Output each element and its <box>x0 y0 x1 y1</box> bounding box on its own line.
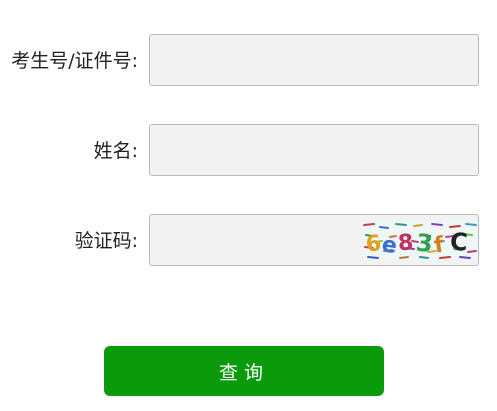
query-button[interactable]: 查询 <box>104 346 384 396</box>
id-number-input[interactable] <box>149 34 479 86</box>
svg-text:e: e <box>380 232 398 259</box>
name-input[interactable] <box>149 124 479 176</box>
captcha-graphic: 6 e 8 3 f C <box>363 223 477 259</box>
id-number-label: 考生号/证件号: <box>11 50 138 72</box>
name-label: 姓名: <box>93 140 138 162</box>
captcha-row: 验证码: 6 e 8 3 f C <box>0 214 497 268</box>
name-row: 姓名: <box>0 124 497 178</box>
svg-text:8: 8 <box>397 230 414 256</box>
svg-text:f: f <box>433 233 446 259</box>
captcha-label: 验证码: <box>74 230 138 252</box>
captcha-image[interactable]: 6 e 8 3 f C <box>362 221 478 261</box>
id-number-row: 考生号/证件号: <box>0 34 497 88</box>
query-form: 考生号/证件号: 姓名: 验证码: 6 e 8 3 f C 查询 <box>0 0 497 411</box>
svg-text:3: 3 <box>415 228 435 258</box>
svg-text:C: C <box>449 227 469 256</box>
